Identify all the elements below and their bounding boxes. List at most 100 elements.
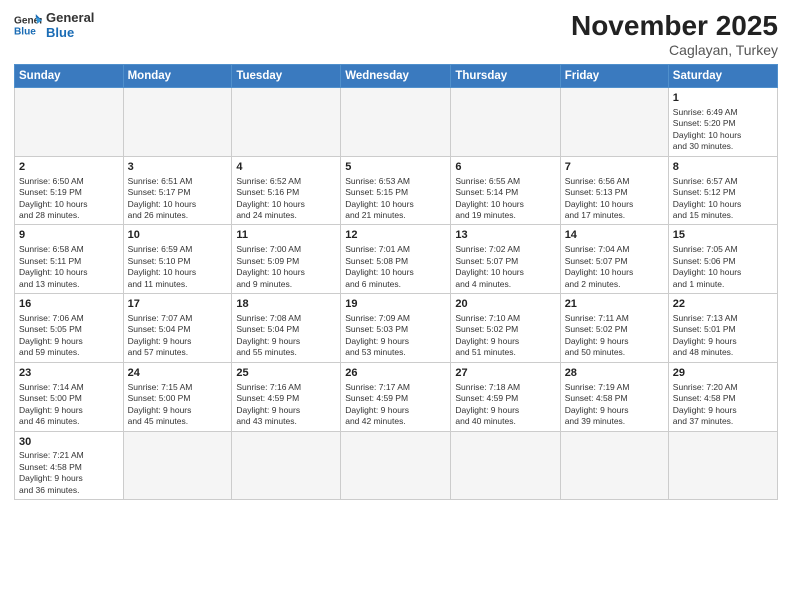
day-info: Sunrise: 7:20 AM — [673, 382, 773, 393]
day-info: and 4 minutes. — [455, 279, 555, 290]
day-info: and 48 minutes. — [673, 347, 773, 358]
day-info: Sunrise: 7:04 AM — [565, 244, 664, 255]
day-number: 10 — [128, 228, 228, 243]
day-info: Daylight: 10 hours — [345, 199, 446, 210]
day-info: Sunrise: 7:21 AM — [19, 450, 119, 461]
calendar-cell: 15Sunrise: 7:05 AMSunset: 5:06 PMDayligh… — [668, 225, 777, 294]
calendar-cell: 13Sunrise: 7:02 AMSunset: 5:07 PMDayligh… — [451, 225, 560, 294]
day-info: and 42 minutes. — [345, 416, 446, 427]
day-number: 13 — [455, 228, 555, 243]
day-info: and 24 minutes. — [236, 210, 336, 221]
day-info: Sunrise: 7:05 AM — [673, 244, 773, 255]
day-info: Sunrise: 7:08 AM — [236, 313, 336, 324]
day-info: and 59 minutes. — [19, 347, 119, 358]
day-number: 24 — [128, 366, 228, 381]
calendar-cell — [451, 431, 560, 500]
day-info: Daylight: 9 hours — [236, 336, 336, 347]
day-number: 6 — [455, 160, 555, 175]
day-info: Sunset: 5:11 PM — [19, 256, 119, 267]
day-info: Daylight: 10 hours — [673, 130, 773, 141]
calendar-cell: 16Sunrise: 7:06 AMSunset: 5:05 PMDayligh… — [15, 294, 124, 363]
day-info: and 39 minutes. — [565, 416, 664, 427]
day-info: Sunrise: 7:19 AM — [565, 382, 664, 393]
day-info: Sunset: 5:02 PM — [565, 324, 664, 335]
day-info: Daylight: 10 hours — [565, 199, 664, 210]
day-info: Daylight: 9 hours — [19, 405, 119, 416]
calendar-cell: 14Sunrise: 7:04 AMSunset: 5:07 PMDayligh… — [560, 225, 668, 294]
day-number: 5 — [345, 160, 446, 175]
day-info: and 1 minute. — [673, 279, 773, 290]
day-info: and 21 minutes. — [345, 210, 446, 221]
day-info: and 17 minutes. — [565, 210, 664, 221]
day-number: 2 — [19, 160, 119, 175]
calendar-cell: 9Sunrise: 6:58 AMSunset: 5:11 PMDaylight… — [15, 225, 124, 294]
day-info: Sunset: 5:00 PM — [19, 393, 119, 404]
calendar-cell: 7Sunrise: 6:56 AMSunset: 5:13 PMDaylight… — [560, 156, 668, 225]
day-info: Sunset: 5:09 PM — [236, 256, 336, 267]
calendar-cell: 6Sunrise: 6:55 AMSunset: 5:14 PMDaylight… — [451, 156, 560, 225]
weekday-header: Thursday — [451, 65, 560, 88]
day-info: and 9 minutes. — [236, 279, 336, 290]
day-info: Daylight: 9 hours — [128, 405, 228, 416]
calendar-cell: 8Sunrise: 6:57 AMSunset: 5:12 PMDaylight… — [668, 156, 777, 225]
logo-general-text: General — [46, 10, 94, 25]
calendar-cell — [560, 431, 668, 500]
day-info: Daylight: 10 hours — [673, 267, 773, 278]
day-info: Daylight: 10 hours — [673, 199, 773, 210]
day-info: Sunset: 5:15 PM — [345, 187, 446, 198]
main-title: November 2025 — [571, 10, 778, 42]
day-info: Daylight: 9 hours — [128, 336, 228, 347]
weekday-header: Monday — [123, 65, 232, 88]
day-number: 27 — [455, 366, 555, 381]
day-info: Sunrise: 7:00 AM — [236, 244, 336, 255]
day-info: Daylight: 10 hours — [565, 267, 664, 278]
calendar-cell — [341, 431, 451, 500]
calendar-cell: 1Sunrise: 6:49 AMSunset: 5:20 PMDaylight… — [668, 88, 777, 157]
day-info: Sunrise: 7:18 AM — [455, 382, 555, 393]
day-info: Sunrise: 7:09 AM — [345, 313, 446, 324]
day-number: 9 — [19, 228, 119, 243]
day-info: Daylight: 10 hours — [128, 267, 228, 278]
day-number: 19 — [345, 297, 446, 312]
day-info: Sunrise: 7:15 AM — [128, 382, 228, 393]
day-info: Sunset: 5:20 PM — [673, 118, 773, 129]
day-info: Sunrise: 6:49 AM — [673, 107, 773, 118]
day-info: Sunrise: 7:01 AM — [345, 244, 446, 255]
weekday-header: Tuesday — [232, 65, 341, 88]
day-info: Sunset: 5:04 PM — [236, 324, 336, 335]
day-info: Sunrise: 7:02 AM — [455, 244, 555, 255]
day-info: Sunset: 4:58 PM — [565, 393, 664, 404]
day-info: Sunset: 5:05 PM — [19, 324, 119, 335]
day-number: 14 — [565, 228, 664, 243]
weekday-header: Saturday — [668, 65, 777, 88]
day-info: Daylight: 10 hours — [455, 199, 555, 210]
calendar-cell: 25Sunrise: 7:16 AMSunset: 4:59 PMDayligh… — [232, 362, 341, 431]
day-info: Sunrise: 7:11 AM — [565, 313, 664, 324]
day-info: Sunrise: 7:16 AM — [236, 382, 336, 393]
calendar-cell: 3Sunrise: 6:51 AMSunset: 5:17 PMDaylight… — [123, 156, 232, 225]
calendar-cell: 22Sunrise: 7:13 AMSunset: 5:01 PMDayligh… — [668, 294, 777, 363]
day-info: Daylight: 9 hours — [236, 405, 336, 416]
day-info: Daylight: 9 hours — [565, 405, 664, 416]
page: General Blue General Blue November 2025 … — [0, 0, 792, 612]
day-info: Daylight: 9 hours — [19, 473, 119, 484]
day-info: and 28 minutes. — [19, 210, 119, 221]
day-number: 20 — [455, 297, 555, 312]
day-info: Daylight: 10 hours — [19, 199, 119, 210]
day-info: Daylight: 9 hours — [455, 336, 555, 347]
calendar-cell: 29Sunrise: 7:20 AMSunset: 4:58 PMDayligh… — [668, 362, 777, 431]
day-info: Daylight: 9 hours — [673, 405, 773, 416]
title-block: November 2025 Caglayan, Turkey — [571, 10, 778, 58]
day-number: 4 — [236, 160, 336, 175]
day-info: Sunset: 4:58 PM — [673, 393, 773, 404]
day-info: and 43 minutes. — [236, 416, 336, 427]
day-info: Sunset: 5:07 PM — [565, 256, 664, 267]
calendar-cell — [123, 88, 232, 157]
day-info: Sunrise: 7:10 AM — [455, 313, 555, 324]
calendar-cell: 17Sunrise: 7:07 AMSunset: 5:04 PMDayligh… — [123, 294, 232, 363]
calendar-cell: 18Sunrise: 7:08 AMSunset: 5:04 PMDayligh… — [232, 294, 341, 363]
day-info: and 2 minutes. — [565, 279, 664, 290]
day-info: Sunrise: 7:13 AM — [673, 313, 773, 324]
day-info: Sunrise: 7:14 AM — [19, 382, 119, 393]
day-info: Sunset: 5:02 PM — [455, 324, 555, 335]
